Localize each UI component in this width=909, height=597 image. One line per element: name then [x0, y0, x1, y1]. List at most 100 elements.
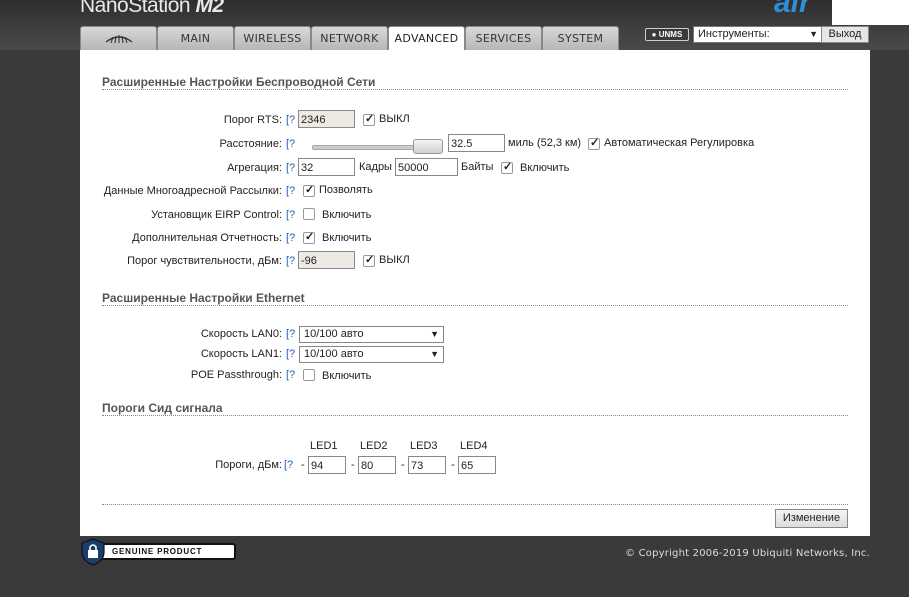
poe-label: POE Passthrough: [190, 369, 282, 381]
tab-system[interactable]: SYSTEM [542, 26, 619, 50]
distance-unit: миль (52,3 км) [508, 137, 582, 149]
distance-slider-handle[interactable] [413, 139, 443, 154]
extra-report-checkbox[interactable] [303, 230, 315, 244]
auto-adjust-checkbox[interactable] [588, 136, 600, 150]
sensitivity-help-link[interactable]: [? [286, 255, 295, 267]
tab-network[interactable]: NETWORK [311, 26, 388, 50]
lan0-speed-value: 10/100 авто [304, 328, 364, 340]
frames-label: Кадры [359, 161, 392, 173]
tools-select[interactable]: Инструменты: ▼ [693, 26, 823, 43]
advanced-settings-panel: Расширенные Настройки Беспроводной Сети … [80, 50, 870, 536]
badge-frame: GENUINE PRODUCT [88, 543, 236, 560]
lan1-speed-value: 10/100 авто [304, 348, 364, 360]
poe-help-link[interactable]: [? [286, 369, 295, 381]
led-section-title: Пороги Сид сигнала [102, 401, 223, 415]
aggregation-label: Агрегация: [227, 162, 282, 174]
change-button[interactable]: Изменение [775, 509, 848, 528]
lan0-label: Скорость LAN0: [200, 328, 282, 340]
chevron-down-icon: ▼ [430, 329, 439, 339]
led3-threshold-input[interactable]: 73 [408, 456, 446, 474]
led3-header: LED3 [410, 440, 438, 452]
sensitivity-label: Порог чувствительности, дБм: [127, 255, 282, 267]
shield-lock-icon [81, 538, 105, 566]
airos-logo: air [774, 0, 811, 19]
auto-adjust-label: Автоматическая Регулировка [604, 137, 755, 149]
chevron-down-icon: ▼ [430, 349, 439, 359]
led2-header: LED2 [360, 440, 388, 452]
multicast-help-link[interactable]: [? [286, 185, 295, 197]
extra-report-help-link[interactable]: [? [286, 232, 295, 244]
rts-off-label: ВЫКЛ [379, 113, 410, 125]
badge-text: GENUINE PRODUCT [112, 547, 203, 556]
section-divider [102, 415, 848, 416]
ethernet-section-title: Расширенные Настройки Ethernet [102, 291, 305, 305]
poe-enable-label: Включить [322, 370, 372, 382]
lan1-help-link[interactable]: [? [286, 348, 295, 360]
multicast-allow-label: Позволять [319, 184, 373, 196]
tab-wireless[interactable]: WIRELESS [234, 26, 311, 50]
tab-ubiquiti-logo[interactable] [80, 26, 157, 50]
multicast-allow-checkbox[interactable] [303, 183, 315, 197]
rts-help-link[interactable]: [? [286, 114, 295, 126]
section-divider [102, 305, 848, 306]
bytes-label: Байты [461, 161, 494, 173]
rts-off-checkbox[interactable] [363, 112, 375, 126]
sensitivity-off-checkbox[interactable] [363, 253, 375, 267]
corner-blank [832, 0, 909, 25]
product-name: NanoStation [80, 0, 191, 17]
thresholds-label: Пороги, дБм: [215, 459, 282, 471]
chevron-down-icon: ▼ [809, 29, 818, 39]
sensitivity-off-label: ВЫКЛ [379, 254, 410, 266]
genuine-product-badge: GENUINE PRODUCT [80, 538, 236, 566]
product-model: M2 [195, 0, 224, 17]
section-divider [102, 89, 848, 90]
lan0-help-link[interactable]: [? [286, 328, 295, 340]
tools-select-value: Инструменты: [698, 28, 770, 40]
dash: - [351, 459, 355, 471]
unms-dot-icon: ● [651, 30, 657, 39]
tab-main[interactable]: MAIN [157, 26, 234, 50]
tab-advanced[interactable]: ADVANCED [388, 26, 465, 51]
rts-threshold-input[interactable]: 2346 [298, 110, 355, 128]
distance-help-link[interactable]: [? [286, 138, 295, 150]
distance-input[interactable]: 32.5 [448, 134, 505, 152]
dash: - [301, 459, 305, 471]
tab-services[interactable]: SERVICES [465, 26, 542, 50]
aggregation-frames-input[interactable]: 32 [298, 158, 355, 176]
logout-button[interactable]: Выход [821, 26, 869, 43]
distance-label: Расстояние: [219, 138, 282, 150]
section-divider [102, 504, 848, 505]
aggregation-help-link[interactable]: [? [286, 162, 295, 174]
eirp-label: Установщик EIRP Control: [151, 209, 282, 221]
led4-threshold-input[interactable]: 65 [458, 456, 496, 474]
lan0-speed-select[interactable]: 10/100 авто ▼ [299, 326, 444, 343]
copyright-text: © Copyright 2006-2019 Ubiquiti Networks,… [625, 548, 870, 559]
led4-header: LED4 [460, 440, 488, 452]
thresholds-help-link[interactable]: [? [284, 459, 293, 471]
rts-label: Порог RTS: [223, 114, 282, 126]
extra-report-enable-label: Включить [322, 232, 372, 244]
unms-label: UNMS [658, 30, 683, 39]
multicast-label: Данные Многоадресной Рассылки: [103, 185, 282, 197]
lan1-label: Скорость LAN1: [200, 348, 282, 360]
dash: - [401, 459, 405, 471]
aggregation-enable-label: Включить [520, 162, 570, 174]
sensitivity-input[interactable]: -96 [298, 251, 355, 269]
lan1-speed-select[interactable]: 10/100 авто ▼ [299, 346, 444, 363]
eirp-help-link[interactable]: [? [286, 209, 295, 221]
header-bar: NanoStation M2 air MAIN WIRELESS NETWORK… [0, 0, 909, 51]
led1-threshold-input[interactable]: 94 [308, 456, 346, 474]
aggregation-bytes-input[interactable]: 50000 [395, 158, 458, 176]
led1-header: LED1 [310, 440, 338, 452]
eirp-enable-checkbox[interactable] [303, 208, 315, 220]
ubiquiti-logo-icon [105, 35, 132, 44]
product-logo: NanoStation M2 [80, 0, 224, 18]
wireless-section-title: Расширенные Настройки Беспроводной Сети [102, 75, 376, 89]
extra-report-label: Дополнительная Отчетность: [132, 232, 282, 244]
led2-threshold-input[interactable]: 80 [358, 456, 396, 474]
aggregation-enable-checkbox[interactable] [501, 160, 513, 174]
dash: - [451, 459, 455, 471]
unms-badge[interactable]: ● UNMS [645, 28, 689, 41]
eirp-enable-label: Включить [322, 209, 372, 221]
poe-enable-checkbox[interactable] [303, 369, 315, 381]
